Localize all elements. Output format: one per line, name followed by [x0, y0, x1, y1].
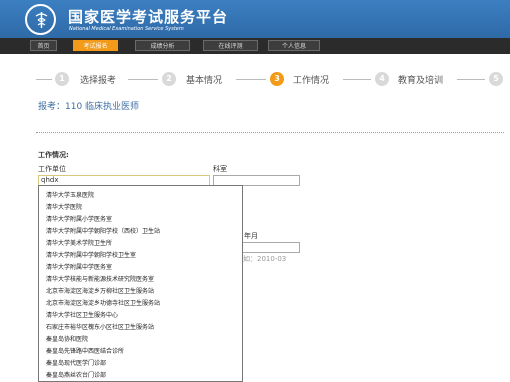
suggestion-item[interactable]: 北京市海淀区海淀乡万柳社区卫生服务站 — [46, 286, 154, 295]
divider — [36, 132, 504, 133]
suggestion-item[interactable]: 清华大学附属小学医务室 — [46, 214, 112, 223]
site-header: 国家医学考试服务平台 National Medical Examination … — [0, 0, 510, 38]
site-subtitle: National Medical Examination Service Sys… — [69, 26, 184, 32]
work-unit-label: 工作单位 — [38, 165, 66, 173]
nav-score-analysis[interactable]: 成绩分析 — [135, 40, 190, 51]
suggestion-item[interactable]: 清华大学玉泉医院 — [46, 190, 94, 199]
suggestion-item[interactable]: 秦皇岛现代医学门诊部 — [46, 358, 106, 367]
logo-emblem — [25, 4, 56, 35]
site-title: 国家医学考试服务平台 — [68, 8, 229, 26]
nav-home[interactable]: 首页 — [30, 40, 57, 51]
step-label-1: 选择报考 — [80, 76, 117, 86]
suggestion-item[interactable]: 清华大学社区卫生服务中心 — [46, 310, 118, 319]
step-progress: 1 选择报考 2 基本情况 3 工作情况 4 教育及培训 5 — [0, 70, 510, 90]
suggestion-item[interactable]: 清华大学附属中学医务室 — [46, 262, 112, 271]
step-label-4: 教育及培训 — [398, 76, 444, 86]
step-circle-1: 1 — [55, 72, 69, 86]
step-connector — [128, 79, 158, 80]
nav-exam-registration[interactable]: 考试报名 — [73, 40, 118, 51]
step-label-3: 工作情况 — [293, 76, 330, 86]
department-label: 科室 — [213, 165, 227, 173]
step-connector — [236, 79, 266, 80]
suggestion-item[interactable]: 清华大学核能与新能源技术研究院医务室 — [46, 274, 154, 283]
step-connector — [36, 79, 52, 80]
main-nav: 首页 考试报名 成绩分析 在线评测 个人信息 — [0, 38, 510, 54]
suggestion-item[interactable]: 石家庄市裕华区槐东小区社区卫生服务站 — [46, 322, 154, 331]
caduceus-icon — [35, 12, 48, 28]
step-circle-5: 5 — [489, 72, 503, 86]
step-circle-4: 4 — [375, 72, 389, 86]
suggestion-item[interactable]: 北京市海淀区海淀乡功德寺社区卫生服务站 — [46, 298, 160, 307]
step-circle-2: 2 — [162, 72, 176, 86]
suggestion-item[interactable]: 清华大学附属中学朝阳学校卫生室 — [46, 250, 136, 259]
step-label-2: 基本情况 — [186, 76, 223, 86]
year-month-label: 年月 — [244, 232, 258, 240]
suggestion-item[interactable]: 清华大学附属中学朝阳学校（西校）卫生站 — [46, 226, 160, 235]
date-hint: 如：2010-03 — [243, 255, 287, 263]
exam-info: 报考：110 临床执业医师 — [38, 102, 140, 112]
suggestion-item[interactable]: 秦皇岛燕丝农台门诊部 — [46, 370, 106, 379]
autocomplete-dropdown: 清华大学玉泉医院 清华大学医院 清华大学附属小学医务室 清华大学附属中学朝阳学校… — [38, 185, 243, 382]
step-circle-3: 3 — [270, 72, 284, 86]
suggestion-item[interactable]: 清华大学医院 — [46, 202, 82, 211]
suggestion-item[interactable]: 清华大学美术学院卫生所 — [46, 238, 112, 247]
suggestion-item[interactable]: 秦皇岛先锋路中西医结合诊所 — [46, 346, 124, 355]
section-title: 工作情况: — [38, 151, 69, 159]
nav-personal-info[interactable]: 个人信息 — [268, 40, 320, 51]
step-connector — [343, 79, 371, 80]
nav-online-assessment[interactable]: 在线评测 — [203, 40, 258, 51]
step-connector — [457, 79, 485, 80]
year-month-input[interactable] — [242, 242, 300, 253]
suggestion-item[interactable]: 秦皇岛协和医院 — [46, 334, 88, 343]
